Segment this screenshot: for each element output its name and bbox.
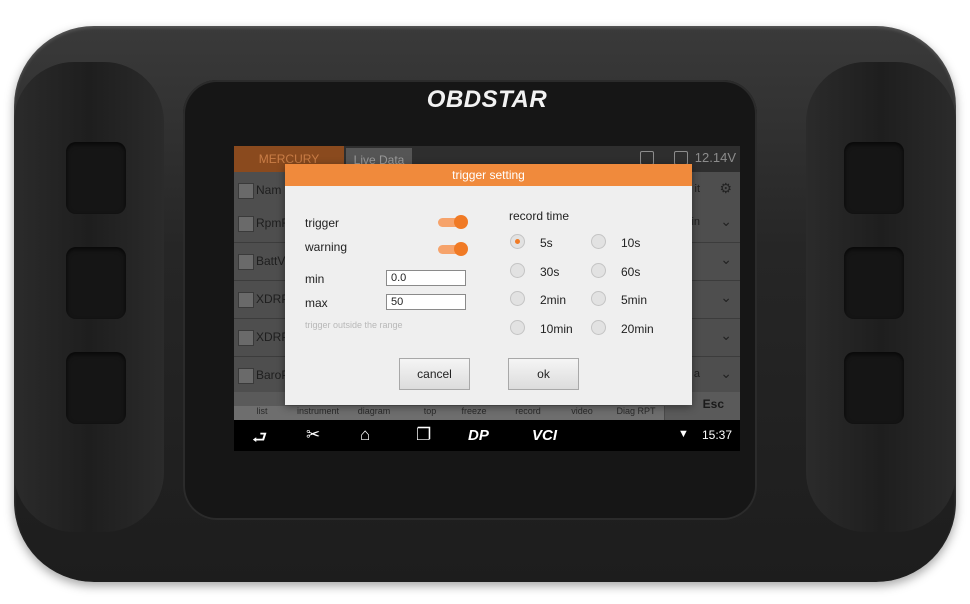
- right-bumper: [806, 62, 956, 532]
- grip-pad: [844, 142, 904, 214]
- chevron-down-icon[interactable]: ⌄: [720, 251, 732, 268]
- row-label: BattV: [256, 254, 286, 268]
- freeze-button[interactable]: freeze: [446, 406, 503, 420]
- clock: 15:37: [701, 428, 732, 442]
- row-label: RpmF: [256, 216, 289, 230]
- grip-pad: [66, 352, 126, 424]
- max-label: max: [305, 296, 328, 310]
- chevron-down-icon[interactable]: ⌄: [720, 365, 732, 382]
- record-time-label: record time: [509, 209, 570, 223]
- recent-apps-icon[interactable]: ❐: [416, 425, 431, 445]
- min-input[interactable]: [386, 270, 466, 286]
- radio-2min-label: 2min: [540, 293, 567, 307]
- warning-toggle[interactable]: [438, 242, 468, 256]
- scissors-icon[interactable]: ✂: [306, 425, 320, 445]
- list-button[interactable]: list: [234, 406, 291, 420]
- esc-button[interactable]: Esc: [703, 397, 724, 411]
- grip-pad: [844, 352, 904, 424]
- dialog-title: trigger setting: [285, 164, 692, 186]
- cancel-button[interactable]: cancel: [399, 358, 470, 390]
- radio-20min[interactable]: [591, 320, 606, 335]
- radio-60s[interactable]: [591, 263, 606, 278]
- radio-2min[interactable]: [510, 291, 525, 306]
- instrument-button[interactable]: instrument: [290, 406, 347, 420]
- column-header-name: Nam: [256, 183, 282, 197]
- ok-button[interactable]: ok: [508, 358, 579, 390]
- home-icon[interactable]: ⌂: [360, 425, 370, 445]
- radio-10s-label: 10s: [621, 236, 641, 250]
- row-checkbox[interactable]: [238, 254, 254, 270]
- row-unit: a: [693, 368, 700, 380]
- vci-button[interactable]: VCI: [532, 427, 557, 444]
- diagram-button[interactable]: diagram: [346, 406, 403, 420]
- row-checkbox[interactable]: [238, 368, 254, 384]
- row-checkbox[interactable]: [238, 292, 254, 308]
- range-hint: trigger outside the range: [305, 320, 403, 330]
- android-nav-bar: ⮐ ✂ ⌂ ❐ DP VCI ▼ 15:37: [234, 420, 740, 451]
- max-input[interactable]: [386, 294, 466, 310]
- radio-10min[interactable]: [510, 320, 525, 335]
- chevron-down-icon[interactable]: ⌄: [720, 289, 732, 306]
- battery-icon: [674, 151, 688, 165]
- chevron-down-icon[interactable]: ⌄: [720, 213, 732, 230]
- radio-20min-label: 20min: [621, 322, 654, 336]
- gear-icon[interactable]: ⚙: [719, 180, 732, 197]
- radio-5min[interactable]: [591, 291, 606, 306]
- wifi-icon: ▼: [678, 428, 689, 440]
- left-bumper: [14, 62, 164, 532]
- radio-10min-label: 10min: [540, 322, 573, 336]
- calendar-icon: [640, 151, 654, 165]
- select-all-checkbox[interactable]: [238, 183, 254, 199]
- dp-button[interactable]: DP: [468, 427, 489, 444]
- back-icon[interactable]: ⮐: [252, 425, 267, 451]
- warning-label: warning: [305, 240, 348, 254]
- grip-pad: [66, 247, 126, 319]
- radio-10s[interactable]: [591, 234, 606, 249]
- trigger-setting-dialog: trigger setting trigger warning min max …: [285, 164, 692, 405]
- toggle-knob: [454, 242, 468, 256]
- chevron-down-icon[interactable]: ⌄: [720, 327, 732, 344]
- grip-pad: [66, 142, 126, 214]
- radio-30s-label: 30s: [540, 265, 560, 279]
- row-checkbox[interactable]: [238, 216, 254, 232]
- radio-30s[interactable]: [510, 263, 525, 278]
- radio-5s[interactable]: [510, 234, 525, 249]
- column-header-unit: it: [694, 183, 701, 195]
- voltage-readout: 12.14V: [694, 150, 736, 165]
- trigger-label: trigger: [305, 216, 340, 230]
- radio-5min-label: 5min: [621, 293, 648, 307]
- grip-pad: [844, 247, 904, 319]
- min-label: min: [305, 272, 325, 286]
- row-unit: in: [691, 216, 700, 228]
- radio-60s-label: 60s: [621, 265, 641, 279]
- trigger-toggle[interactable]: [438, 215, 468, 229]
- radio-5s-label: 5s: [540, 236, 553, 250]
- video-button[interactable]: video: [554, 406, 611, 420]
- diag-rpt-button[interactable]: Diag RPT: [608, 406, 665, 420]
- record-button[interactable]: record: [500, 406, 557, 420]
- toggle-knob: [454, 215, 468, 229]
- brand-logo: OBDSTAR: [426, 86, 548, 113]
- row-checkbox[interactable]: [238, 330, 254, 346]
